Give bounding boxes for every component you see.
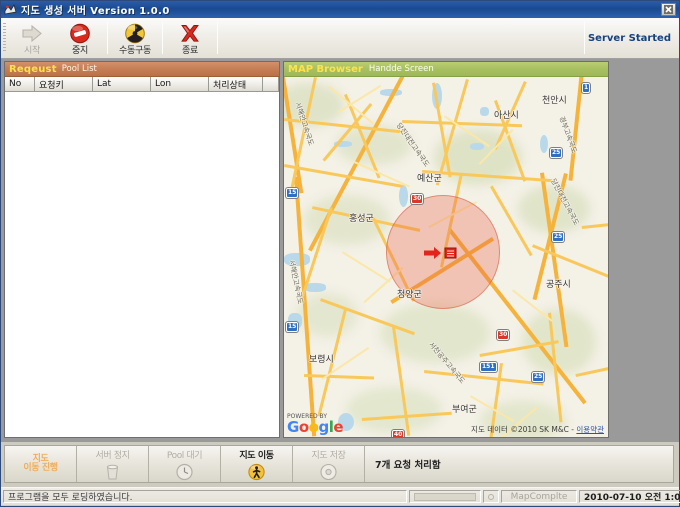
red-arrow-marker[interactable] [424,245,458,264]
map-move-progress-label-line2: 이동 진행 [23,463,58,473]
map-panel-subtitle: Handde Screen [368,64,434,74]
toolbar-separator-4 [583,22,585,54]
pool-wait-button[interactable]: Pool 대기 [149,446,221,482]
close-button[interactable] [661,3,676,16]
google-logo: Google [287,418,344,436]
clock-icon [175,462,194,481]
application-window: 지도 생성 서버 Version 1.0.0 시작 중지 수동구동 종료 Ser… [0,0,680,507]
radiation-icon [124,21,146,44]
walking-man-icon [247,462,266,481]
server-stop-label: 서버 정지 [95,450,130,461]
route-shield-icon: 30 [497,330,510,340]
request-panel-subtitle: Pool List [61,64,97,74]
map-panel-header: MAP Browser Handde Screen [284,62,608,77]
status-bar-indicator [483,490,499,503]
city-label: 공주시 [546,280,571,290]
request-table-body[interactable] [5,92,279,437]
city-label: 홍성군 [349,214,374,224]
arrow-right-icon [21,21,43,44]
status-bar: 프로그램을 모두 로딩하였습니다. MapComplte 2010-07-10 … [1,487,680,505]
status-bar-module-name: MapComplte [501,490,577,503]
main-toolbar: 시작 중지 수동구동 종료 Server Started [1,18,679,59]
route-shield-icon: 25 [532,372,545,382]
map-move-button[interactable]: 지도 이동 [221,446,293,482]
disc-icon [319,462,338,481]
start-button-label: 시작 [24,45,40,56]
request-panel-title: Reqeust [9,63,57,75]
column-header-status[interactable]: 처리상태 [209,77,263,91]
toolbar-separator-3 [217,22,218,54]
route-shield-icon: 15 [286,188,299,198]
city-label: 예산군 [417,174,442,184]
route-shield-icon: 25 [552,232,565,242]
route-shield-icon: 30 [411,194,424,204]
route-shield-icon: 1 [582,83,591,93]
start-button[interactable]: 시작 [8,18,56,58]
stop-button-label: 중지 [72,45,88,56]
manual-run-button[interactable]: 수동구동 [111,18,159,58]
route-shield-icon: 25 [550,148,563,158]
red-x-icon [179,21,201,44]
pool-wait-label: Pool 대기 [166,450,203,461]
bottom-status-strip: 지도 이동 진행 서버 정지 Pool 대기 지도 이동 지도 저장 7개 요청… [4,445,674,483]
map-browser-panel: MAP Browser Handde Screen POWERED BY Goo… [283,61,609,438]
request-panel-header: Reqeust Pool List [5,62,279,77]
server-stop-button[interactable]: 서버 정지 [77,446,149,482]
status-bar-message: 프로그램을 모두 로딩하였습니다. [3,490,407,503]
map-move-progress-label: 지도 이동 진행 [23,455,58,473]
column-header-key[interactable]: 요청키 [35,77,93,91]
city-label: 천안시 [542,96,567,106]
processing-status-message: 7개 요청 처리함 [375,460,441,471]
route-shield-icon: 40 [392,430,405,437]
toolbar-separator-1 [107,22,108,54]
route-shield-icon: 15 [286,322,299,332]
trash-icon [103,462,122,481]
toolbar-separator-2 [162,22,163,54]
server-state-label: Server Started [587,32,671,44]
city-label: 청양군 [397,290,422,300]
exit-button[interactable]: 종료 [166,18,214,58]
map-save-button[interactable]: 지도 저장 [293,446,365,482]
toolbar-grip[interactable] [1,18,8,58]
terms-of-use-link[interactable]: 이용약관 [576,425,604,434]
column-header-lat[interactable]: Lat [93,77,151,91]
window-title: 지도 생성 서버 Version 1.0.0 [21,6,170,17]
manual-run-button-label: 수동구동 [119,45,151,56]
request-table-header: No 요청키 Lat Lon 처리상태 [5,77,279,92]
map-move-label: 지도 이동 [239,450,274,461]
route-shield-icon: 151 [480,362,497,372]
toolbar-filler [221,18,581,58]
status-bar-timestamp: 2010-07-10 오전 1:01 [579,490,680,503]
city-label: 아산시 [494,111,519,121]
map-save-label: 지도 저장 [311,450,346,461]
stop-sign-icon [69,21,91,44]
city-label: 부여군 [452,405,477,415]
map-server-icon [4,3,17,16]
map-canvas[interactable]: POWERED BY Google 지도 데이터 ©2010 SK M&C - … [284,77,608,437]
map-panel-title: MAP Browser [288,63,363,75]
map-move-progress-button[interactable]: 지도 이동 진행 [5,446,77,482]
column-header-no[interactable]: No [5,77,35,91]
column-header-filler[interactable] [263,77,279,91]
title-bar[interactable]: 지도 생성 서버 Version 1.0.0 [1,1,679,18]
map-data-attribution: 지도 데이터 ©2010 SK M&C - 이용약관 [471,424,604,435]
city-label: 보령시 [309,355,334,365]
bottom-panel: 지도 이동 진행 서버 정지 Pool 대기 지도 이동 지도 저장 7개 요청… [1,442,680,506]
exit-button-label: 종료 [182,45,198,56]
status-bar-progress [409,490,481,503]
google-attribution: POWERED BY Google [287,413,344,436]
column-header-lon[interactable]: Lon [151,77,209,91]
map-data-label: 지도 데이터 ©2010 SK M&C - [471,425,574,434]
request-pool-panel: Reqeust Pool List No 요청키 Lat Lon 처리상태 [4,61,280,438]
stop-button[interactable]: 중지 [56,18,104,58]
